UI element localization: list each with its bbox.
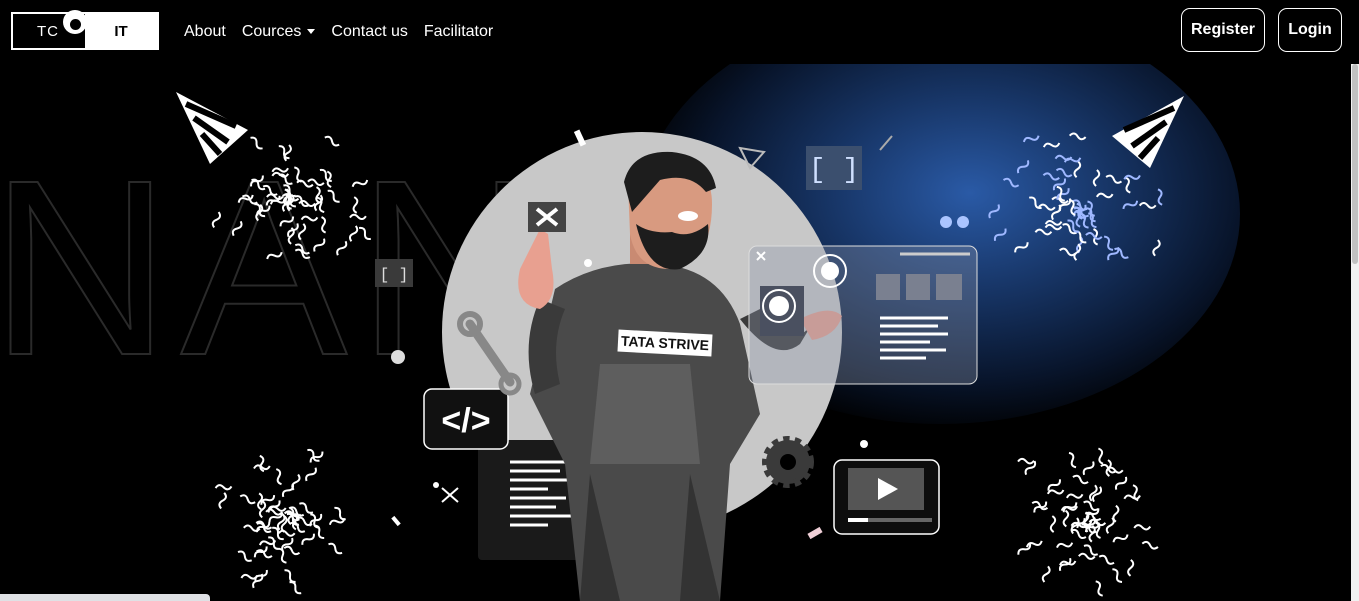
auth-buttons: Register Login (1181, 8, 1342, 52)
nav-contact-link[interactable]: Contact us (331, 20, 407, 44)
register-button[interactable]: Register (1181, 8, 1265, 52)
video-player-icon (833, 459, 940, 535)
nav-facilitator-link[interactable]: Facilitator (424, 20, 493, 44)
close-icon (528, 202, 566, 232)
gear-icon (762, 436, 814, 488)
code-tag-text: </> (441, 402, 490, 440)
nav-links: About Cources Contact us Facilitator (184, 20, 493, 44)
navbar: TC IT About Cources Contact us Facilitat… (0, 0, 1359, 64)
nav-courses-dropdown[interactable]: Cources (242, 20, 316, 44)
browser-window-graphic (748, 245, 978, 385)
caret-down-icon (307, 29, 316, 35)
site-logo[interactable]: TC IT (11, 10, 159, 50)
logo-left: TC (13, 10, 87, 48)
hero-illustration: NAND [ ] [ ] </> TATA STRIVE (0, 92, 1184, 601)
logo-text-right: IT (114, 22, 128, 40)
nav-about-link[interactable]: About (184, 20, 226, 44)
party-hat-right-icon (1112, 96, 1184, 168)
hero-banner: NAND [ ] [ ] </> TATA STRIVE (0, 64, 1359, 601)
svg-text:[ ]: [ ] (809, 155, 859, 186)
svg-text:[ ]: [ ] (380, 266, 409, 284)
status-bar (0, 594, 210, 601)
nav-courses-label: Cources (241, 23, 302, 40)
page-scrollbar[interactable] (1351, 64, 1359, 601)
scrollbar-thumb[interactable] (1352, 64, 1358, 264)
logo-right: IT (85, 14, 157, 48)
code-tag-icon: </> (423, 388, 509, 450)
logo-text-left: TC (37, 22, 59, 40)
login-button[interactable]: Login (1278, 8, 1342, 52)
logo-eye-icon (63, 10, 87, 34)
